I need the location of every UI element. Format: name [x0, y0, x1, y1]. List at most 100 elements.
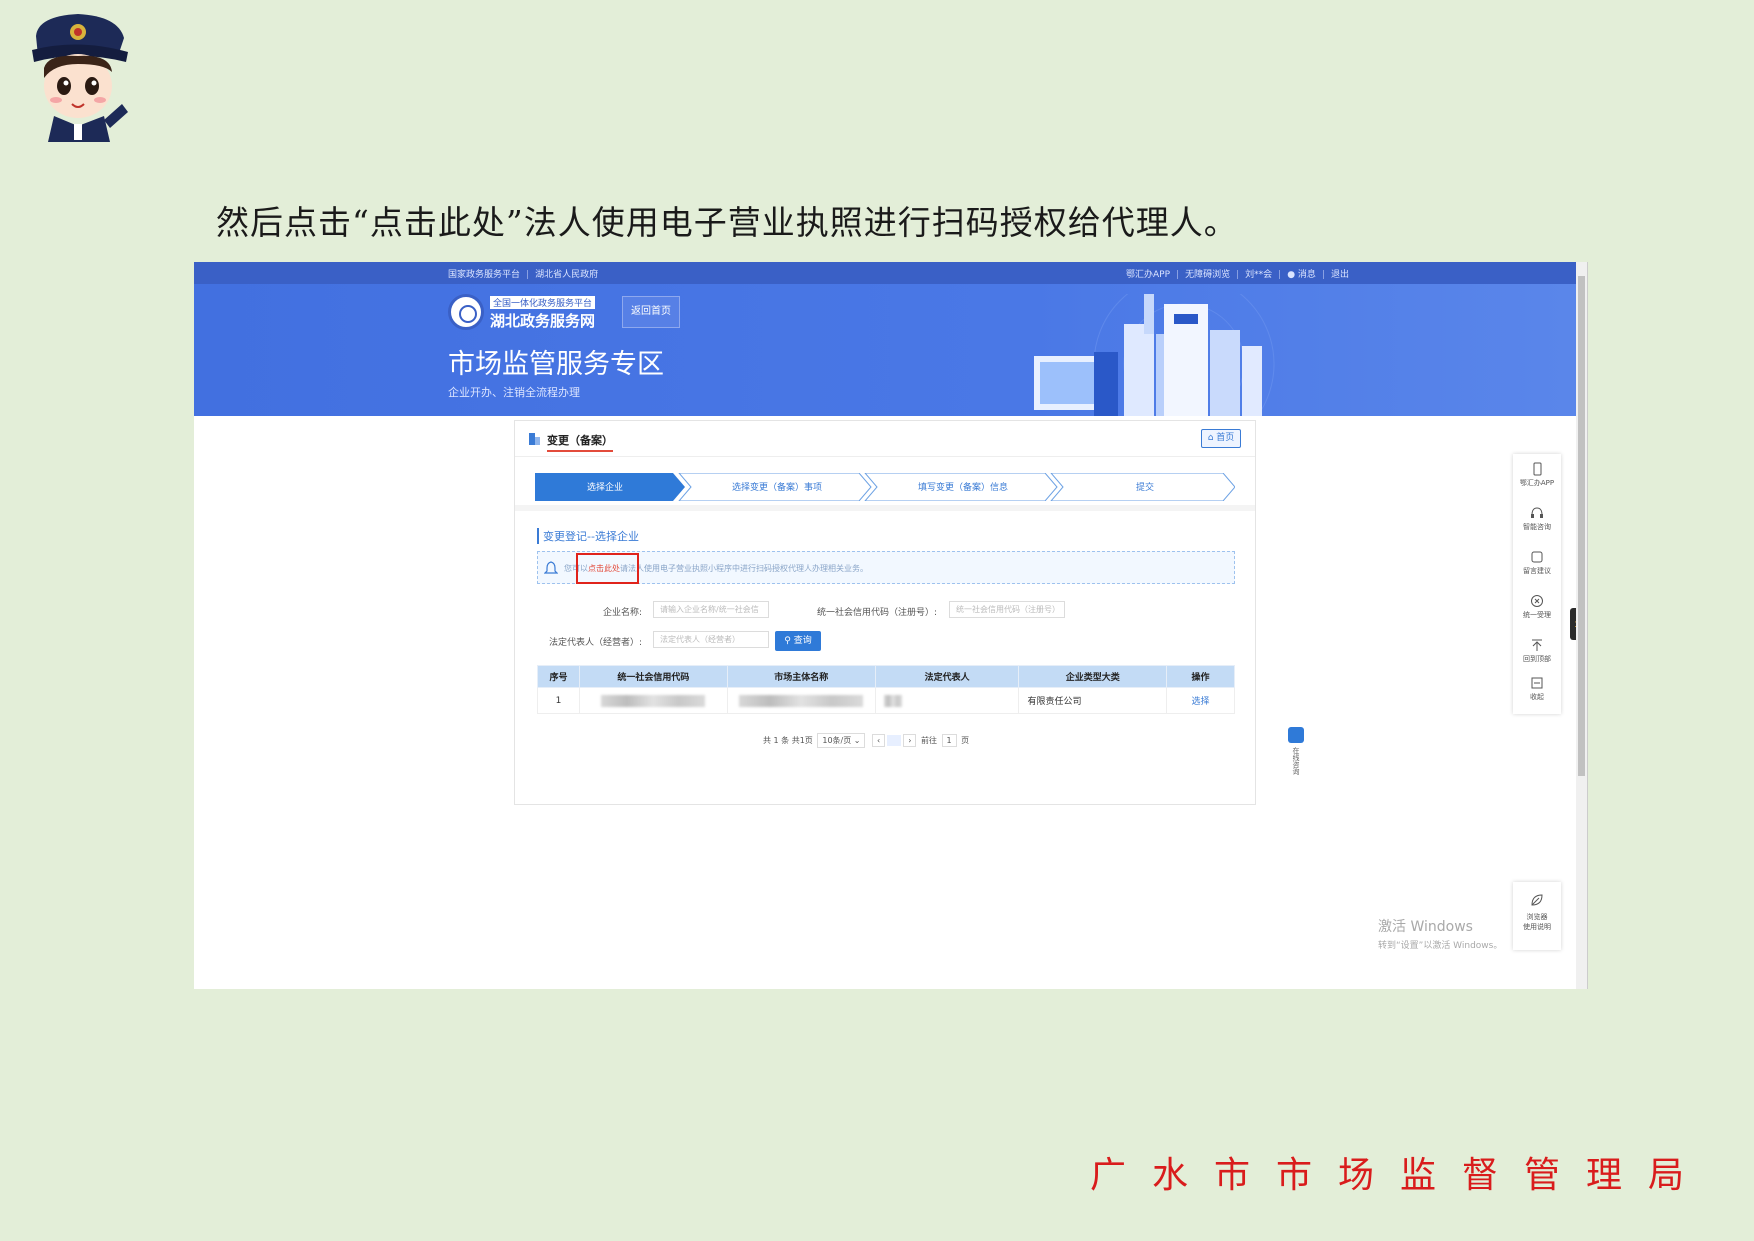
bell-icon [544, 561, 558, 574]
browser-guide-widget[interactable]: 浏览器 使用说明 [1513, 882, 1561, 950]
bell-icon[interactable]: ● [1287, 270, 1295, 280]
home-icon: ⌂ [1207, 433, 1214, 443]
top-nav-user[interactable]: 刘**会 [1245, 270, 1272, 280]
browser-guide-label-2: 使用说明 [1523, 923, 1551, 931]
notice-text-after: 请法人使用电子营业执照小程序中进行扫码授权代理人办理相关业务。 [620, 564, 868, 573]
select-company-link[interactable]: 选择 [1192, 697, 1210, 707]
float-item-unified[interactable]: 统一受理 [1513, 588, 1561, 632]
goto-page-suffix: 页 [961, 736, 970, 745]
chevron-right-icon: › [908, 736, 912, 745]
site-logo-icon[interactable] [448, 294, 484, 330]
prev-page-button[interactable]: ‹ [872, 734, 886, 747]
float-label-unified: 统一受理 [1523, 611, 1551, 619]
table-header-row: 序号 统一社会信用代码 市场主体名称 法定代表人 企业类型大类 操作 [537, 665, 1235, 688]
company-name-label: 企业名称: [603, 608, 643, 618]
col-header-company-name: 市场主体名称 [726, 665, 876, 688]
float-item-collapse[interactable]: 收起 [1513, 670, 1561, 714]
float-item-consult[interactable]: 智能咨询 [1513, 500, 1561, 544]
top-nav-messages[interactable]: 消息 [1298, 270, 1316, 280]
logo-subtitle: 全国一体化政务服务平台 [490, 296, 596, 309]
progress-steps: 选择企业 选择变更（备案）事项 填写变更（备案）信息 提交 [535, 473, 1235, 501]
watermark-line-1: 激活 Windows [1378, 919, 1473, 935]
col-header-credit-code: 统一社会信用代码 [578, 665, 728, 688]
online-consult-tab[interactable]: 在线咨询 [1288, 727, 1304, 791]
legal-rep-input[interactable]: 法定代表人（经营者） [653, 631, 769, 648]
goto-page-input[interactable]: 1 [941, 734, 957, 747]
windows-activation-watermark: 激活 Windows 转到“设置”以激活 Windows。 [1378, 916, 1502, 951]
search-icon: ⚲ [784, 636, 791, 646]
pagination: 共 1 条 共1页 10条/页 ⌄ ‹ › 前往 1 页 [763, 733, 969, 748]
top-nav-link-national-platform[interactable]: 国家政务服务平台 [448, 270, 520, 280]
company-name-input[interactable]: 请输入企业名称/统一社会信 [653, 601, 769, 618]
back-home-button[interactable]: 返回首页 [622, 296, 680, 328]
redacted-credit-code [601, 694, 706, 707]
step-1-label[interactable]: 选择企业 [587, 481, 623, 493]
top-nav-left: 国家政务服务平台 | 湖北省人民政府 [448, 270, 599, 280]
screenshot-frame: 国家政务服务平台 | 湖北省人民政府 鄂汇办APP | 无障碍浏览 | 刘**会 | ● 消息 |… [194, 262, 1588, 989]
instruction-text: 然后点击“点击此处”法人使用电子营业执照进行扫码授权给代理人。 [216, 203, 1238, 242]
float-label-feedback: 留言建议 [1523, 567, 1551, 575]
chevron-down-icon: ⌄ [853, 736, 861, 745]
annotation-highlight-box [576, 553, 639, 584]
vertical-scrollbar[interactable] [1576, 262, 1587, 989]
phone-icon [1533, 462, 1542, 476]
table-row: 1 有限责任公司 选择 [537, 687, 1235, 714]
credit-code-label: 统一社会信用代码（注册号）: [817, 608, 938, 618]
browser-guide-label-1: 浏览器 [1526, 913, 1548, 921]
headset-icon [1288, 727, 1304, 743]
logo-title[interactable]: 湖北政务服务网 [490, 310, 595, 331]
float-label-top: 回到顶部 [1523, 655, 1551, 663]
section-title: 变更登记--选择企业 [537, 528, 639, 544]
col-header-action: 操作 [1166, 665, 1235, 688]
step-4-label[interactable]: 提交 [1136, 481, 1154, 493]
online-consult-label: 在线咨询 [1292, 747, 1300, 775]
search-button[interactable]: ⚲ 查询 [775, 631, 821, 651]
scrollbar-thumb[interactable] [1578, 276, 1585, 776]
company-table: 序号 统一社会信用代码 市场主体名称 法定代表人 企业类型大类 操作 1 有限责… [537, 665, 1235, 714]
leaf-icon [1531, 894, 1543, 906]
top-nav-link-app[interactable]: 鄂汇办APP [1126, 270, 1170, 280]
footer-organization: 广水市市场监督管理局 [1089, 1155, 1710, 1196]
watermark-line-2: 转到“设置”以激活 Windows。 [1378, 941, 1503, 951]
page-size-value: 10条/页 [822, 736, 852, 745]
top-nav-logout[interactable]: 退出 [1331, 270, 1349, 280]
float-label-app: 鄂汇办APP [1519, 479, 1555, 487]
mascot-avatar [32, 14, 128, 142]
minus-square-icon [1531, 677, 1543, 689]
step-3-label[interactable]: 填写变更（备案）信息 [918, 481, 1008, 493]
col-header-company-type: 企业类型大类 [1018, 665, 1168, 688]
pagination-summary: 共 1 条 共1页 [763, 736, 813, 745]
redacted-legal-rep [883, 694, 902, 707]
col-header-index: 序号 [537, 665, 580, 688]
float-item-app[interactable]: 鄂汇办APP [1513, 456, 1561, 500]
arrow-up-icon [1532, 639, 1542, 651]
credit-code-input[interactable]: 统一社会信用代码（注册号） [949, 601, 1065, 618]
step-2-label[interactable]: 选择变更（备案）事项 [732, 481, 822, 493]
top-nav-bar: 国家政务服务平台 | 湖北省人民政府 鄂汇办APP | 无障碍浏览 | 刘**会 | ● 消息 |… [194, 262, 1577, 284]
main-panel: 变更（备案） ⌂ 首页 选择企业 选择变更（备案）事项 填写变更（备案）信息 提… [514, 420, 1256, 805]
redacted-company-name [739, 694, 864, 707]
top-nav-link-accessibility[interactable]: 无障碍浏览 [1185, 270, 1230, 280]
legal-rep-label: 法定代表人（经营者）: [549, 638, 643, 648]
float-item-feedback[interactable]: 留言建议 [1513, 544, 1561, 588]
cell-legal-rep-redacted [874, 687, 1020, 714]
step-bar: 选择企业 选择变更（备案）事项 填写变更（备案）信息 提交 [515, 461, 1255, 511]
page-size-select[interactable]: 10条/页 ⌄ [817, 733, 866, 748]
goto-label: 前往 [920, 736, 937, 745]
current-page[interactable] [887, 735, 902, 746]
close-circle-icon [1531, 595, 1543, 607]
message-icon [1531, 551, 1543, 563]
zone-title: 市场监管服务专区 [448, 349, 664, 380]
chevron-left-icon: ‹ [877, 736, 881, 745]
top-nav-right: 鄂汇办APP | 无障碍浏览 | 刘**会 | ● 消息 | 退出 [1126, 270, 1349, 280]
next-page-button[interactable]: › [903, 734, 917, 747]
top-nav-link-hubei-government[interactable]: 湖北省人民政府 [535, 270, 598, 280]
cell-credit-code-redacted [578, 687, 728, 714]
building-icon [529, 433, 540, 445]
cell-action: 选择 [1166, 687, 1235, 714]
float-label-collapse: 收起 [1530, 693, 1544, 701]
page-title: 变更（备案） [547, 432, 613, 452]
home-button[interactable]: ⌂ 首页 [1201, 429, 1241, 448]
hero-banner: 全国一体化政务服务平台 湖北政务服务网 返回首页 市场监管服务专区 企业开办、注… [194, 284, 1577, 416]
headset-icon [1531, 507, 1543, 518]
